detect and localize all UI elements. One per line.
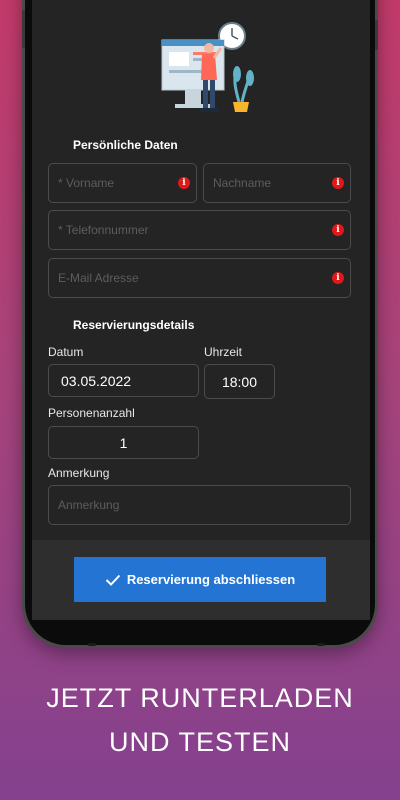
time-field[interactable]: 18:00 [204,364,275,399]
firstname-placeholder: * Vorname [58,176,115,190]
email-field[interactable]: E-Mail Adresse i [48,258,351,298]
info-icon: i [332,224,344,236]
section-title-reservation: Reservierungsdetails [73,318,195,332]
email-placeholder: E-Mail Adresse [58,271,139,285]
date-label: Datum [48,345,84,359]
phone-placeholder: * Telefonnummer [58,223,149,237]
submit-button[interactable]: Reservierung abschliessen [74,557,326,602]
firstname-field[interactable]: * Vorname i [48,163,197,203]
phone-side-button [375,20,378,50]
submit-label: Reservierung abschliessen [126,572,296,587]
tagline-line2: UND TESTEN [108,727,292,757]
persons-label: Personenanzahl [48,406,135,420]
speaker-dot [317,643,325,646]
app-screen: Persönliche Daten * Vorname i Nachname i… [32,0,370,620]
note-placeholder: Anmerkung [58,498,120,512]
note-field[interactable]: Anmerkung [48,485,351,525]
phone-side-button [22,10,25,48]
note-label: Anmerkung [48,466,110,480]
date-field[interactable]: 03.05.2022 [48,364,199,397]
info-icon: i [332,272,344,284]
phone-field[interactable]: * Telefonnummer i [48,210,351,250]
persons-value: 1 [119,434,128,451]
speaker-dot [88,643,96,646]
check-icon [105,574,121,586]
section-title-personal: Persönliche Daten [73,138,178,152]
date-value: 03.05.2022 [61,372,132,389]
info-icon: i [332,177,344,189]
tagline-line1: JETZT RUNTERLADEN [46,683,354,713]
time-label: Uhrzeit [204,345,243,359]
illustration [161,22,254,112]
info-icon: i [178,177,190,189]
lastname-placeholder: Nachname [213,176,272,190]
time-value: 18:00 [221,373,258,390]
lastname-field[interactable]: Nachname i [203,163,351,203]
persons-field[interactable]: 1 [48,426,199,459]
